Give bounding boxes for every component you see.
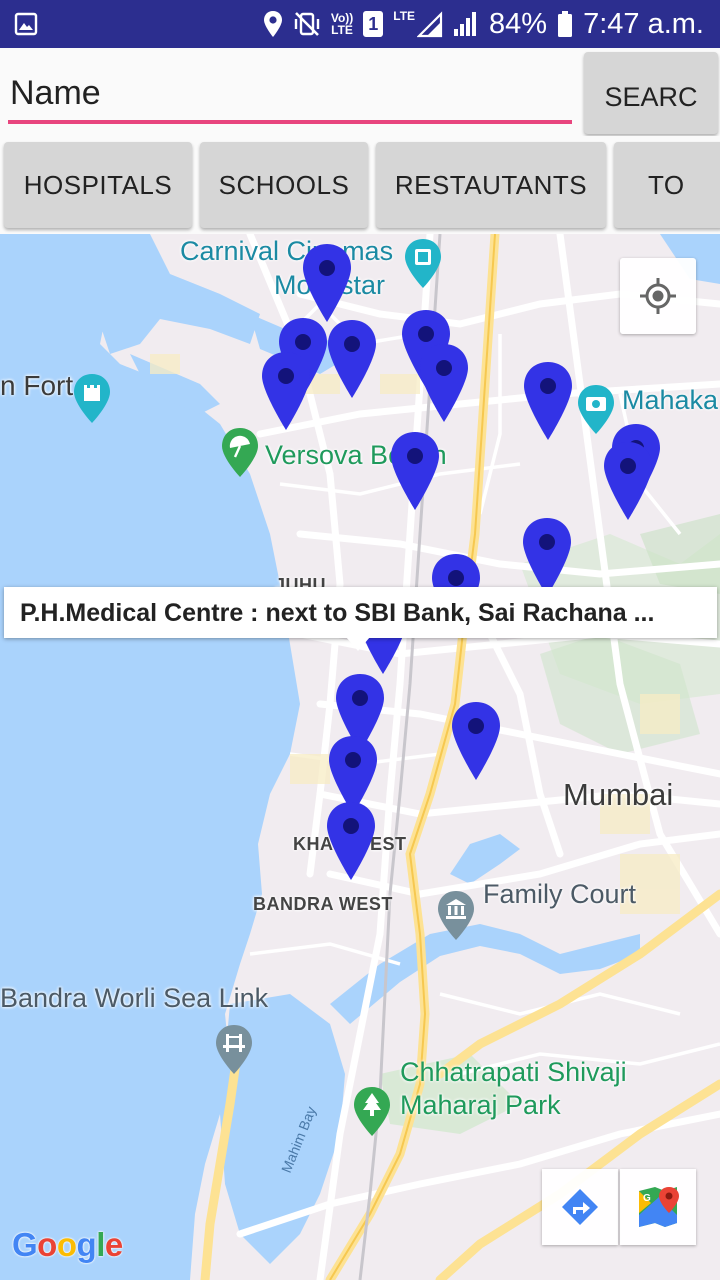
google-logo: Google — [12, 1226, 123, 1263]
search-bar: SEARC — [0, 48, 720, 136]
hospital-marker[interactable] — [450, 700, 502, 782]
signal-icon — [417, 11, 443, 38]
cinema-poi-icon[interactable] — [403, 238, 443, 290]
google-maps-icon: G — [639, 1187, 679, 1227]
map-label-park-line2: Maharaj Park — [400, 1090, 561, 1120]
hospital-marker[interactable] — [325, 800, 377, 882]
network-type-label: LTE — [393, 9, 416, 23]
svg-text:G: G — [643, 1193, 651, 1204]
schools-button[interactable]: SCHOOLS — [200, 142, 368, 228]
map-label-mahakali: Mahaka — [622, 385, 719, 415]
clock: 7:47 a.m. — [583, 7, 704, 40]
more-category-button[interactable]: TO — [614, 142, 720, 228]
vibrate-off-icon — [294, 12, 320, 36]
bridge-poi-icon[interactable] — [214, 1024, 254, 1076]
hospital-marker[interactable] — [522, 360, 574, 442]
battery-percent: 84% — [489, 7, 548, 40]
directions-icon — [562, 1189, 598, 1225]
hospital-marker[interactable] — [326, 318, 378, 400]
map-label-park: Chhatrapati Shivaji — [400, 1057, 627, 1087]
map-label-bandra-west: BANDRA WEST — [253, 894, 393, 914]
my-location-icon — [640, 278, 676, 314]
court-poi-icon[interactable] — [436, 890, 476, 942]
map-view[interactable]: Carnival Cinemas Mokestar n Fort Mahaka … — [0, 234, 720, 1280]
hospital-marker[interactable] — [389, 430, 441, 512]
hospital-marker[interactable] — [301, 242, 353, 324]
beach-poi-icon[interactable] — [220, 427, 260, 479]
name-input[interactable] — [8, 66, 572, 124]
hospital-marker[interactable] — [260, 350, 312, 432]
volte-sub-label: LTE — [331, 23, 353, 37]
category-bar: HOSPITALS SCHOOLS RESTAUTANTS TO — [0, 136, 720, 234]
location-icon — [263, 11, 282, 37]
map-label-sea-link: Bandra Worli Sea Link — [0, 983, 269, 1013]
hospital-marker[interactable] — [418, 342, 470, 424]
directions-button[interactable] — [542, 1169, 618, 1245]
status-bar: Vo)) LTE 1 LTE 84% 7:47 a.m. — [0, 0, 720, 48]
map-label-fort: n Fort — [0, 370, 74, 401]
gallery-icon — [14, 12, 38, 36]
hospital-marker[interactable] — [521, 516, 573, 598]
hospitals-button[interactable]: HOSPITALS — [4, 142, 192, 228]
hospital-marker[interactable] — [602, 440, 654, 522]
restaurants-button[interactable]: RESTAUTANTS — [376, 142, 606, 228]
map-label-family-court: Family Court — [483, 879, 637, 909]
my-location-button[interactable] — [620, 258, 696, 334]
map-label-carnival: Carnival Cinemas — [180, 236, 394, 266]
open-in-maps-button[interactable]: G — [620, 1169, 696, 1245]
map-label-mumbai: Mumbai — [563, 777, 674, 812]
info-window-tail — [346, 637, 370, 651]
fort-poi-icon[interactable] — [72, 373, 112, 425]
search-button[interactable]: SEARC — [584, 52, 718, 134]
sim-slot-badge: 1 — [363, 11, 384, 37]
battery-icon — [558, 11, 573, 37]
signal-icon — [454, 12, 477, 36]
park-poi-icon[interactable] — [352, 1086, 392, 1138]
marker-info-window[interactable]: P.H.Medical Centre : next to SBI Bank, S… — [4, 587, 717, 638]
